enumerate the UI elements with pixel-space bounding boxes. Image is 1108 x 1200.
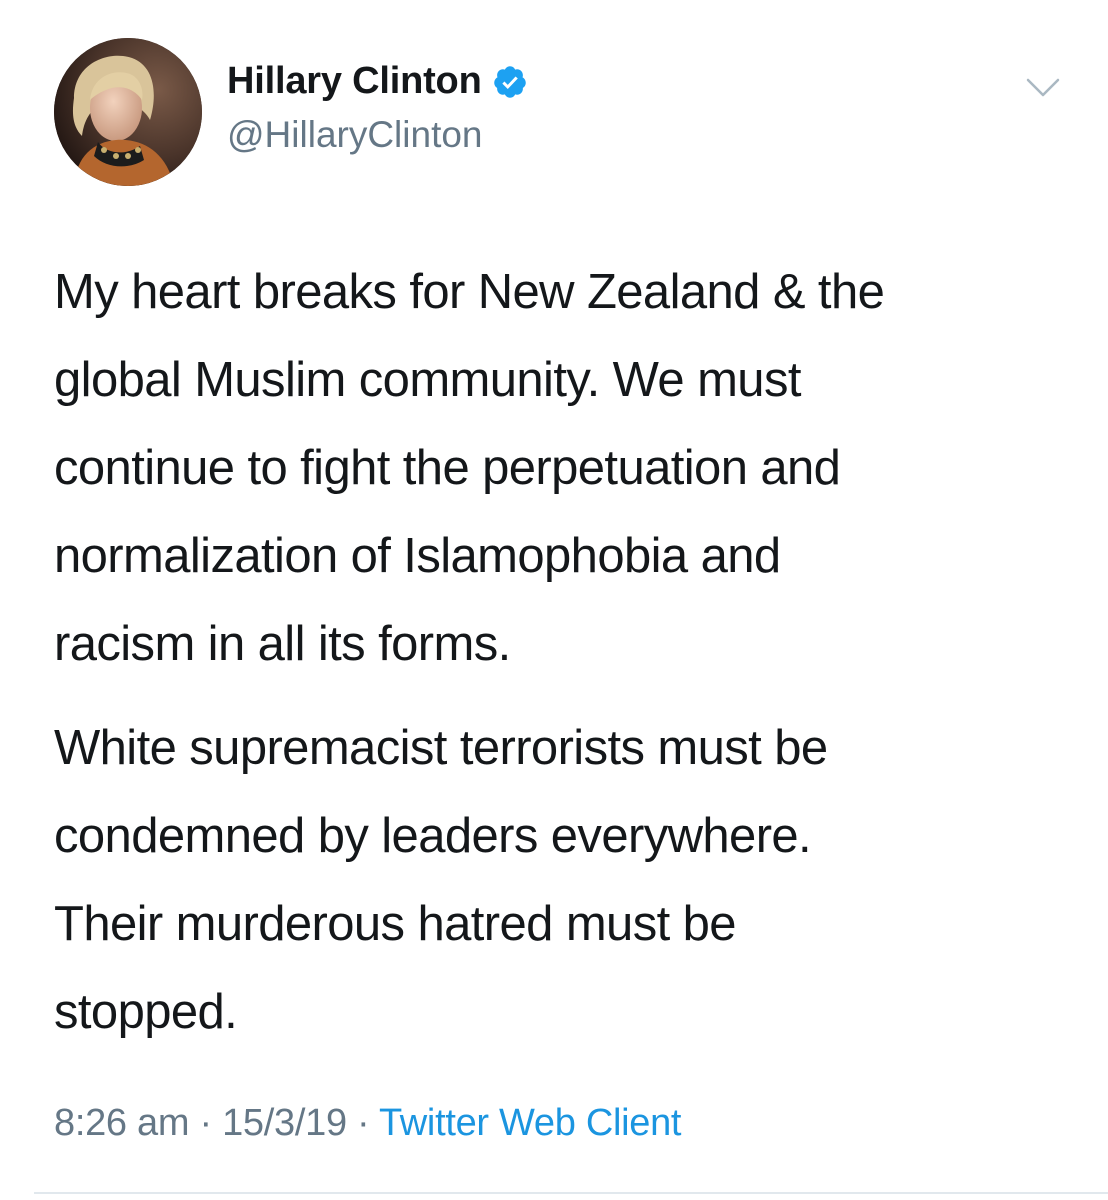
avatar[interactable] (54, 38, 202, 186)
tweet-line: continue to fight the perpetuation and (54, 441, 841, 495)
author-name-row: Hillary Clinton (227, 60, 528, 103)
meta-separator: · (346, 1102, 379, 1144)
tweet-text: My heart breaks for New Zealand & the gl… (54, 248, 1054, 1056)
tweet-paragraph: White supremacist terrorists must be con… (54, 704, 1054, 1056)
meta-separator: · (189, 1102, 223, 1144)
chevron-down-icon[interactable] (1024, 72, 1062, 102)
tweet-line: White supremacist terrorists must be (54, 721, 828, 775)
avatar-image (54, 38, 202, 186)
tweet-line: racism in all its forms. (54, 617, 511, 671)
tweet-line: normalization of Islamophobia and (54, 529, 781, 583)
tweet-line: global Muslim community. We must (54, 353, 801, 407)
tweet-card: Hillary Clinton @HillaryClinton My heart… (0, 0, 1108, 1200)
verified-badge-icon (492, 64, 528, 100)
tweet-line: stopped. (54, 985, 238, 1039)
tweet-date[interactable]: 15/3/19 (222, 1102, 347, 1144)
tweet-metadata: 8:26 am · 15/3/19 · Twitter Web Client (54, 1102, 681, 1145)
tweet-paragraph: My heart breaks for New Zealand & the gl… (54, 248, 1054, 688)
tweet-line: My heart breaks for New Zealand & the (54, 265, 885, 319)
author-display-name[interactable]: Hillary Clinton (227, 60, 482, 103)
tweet-line: condemned by leaders everywhere. (54, 809, 812, 863)
divider (34, 1192, 1108, 1194)
tweet-source-link[interactable]: Twitter Web Client (379, 1102, 682, 1144)
author-handle[interactable]: @HillaryClinton (227, 114, 483, 156)
tweet-time[interactable]: 8:26 am (54, 1102, 190, 1144)
tweet-line: Their murderous hatred must be (54, 897, 737, 951)
